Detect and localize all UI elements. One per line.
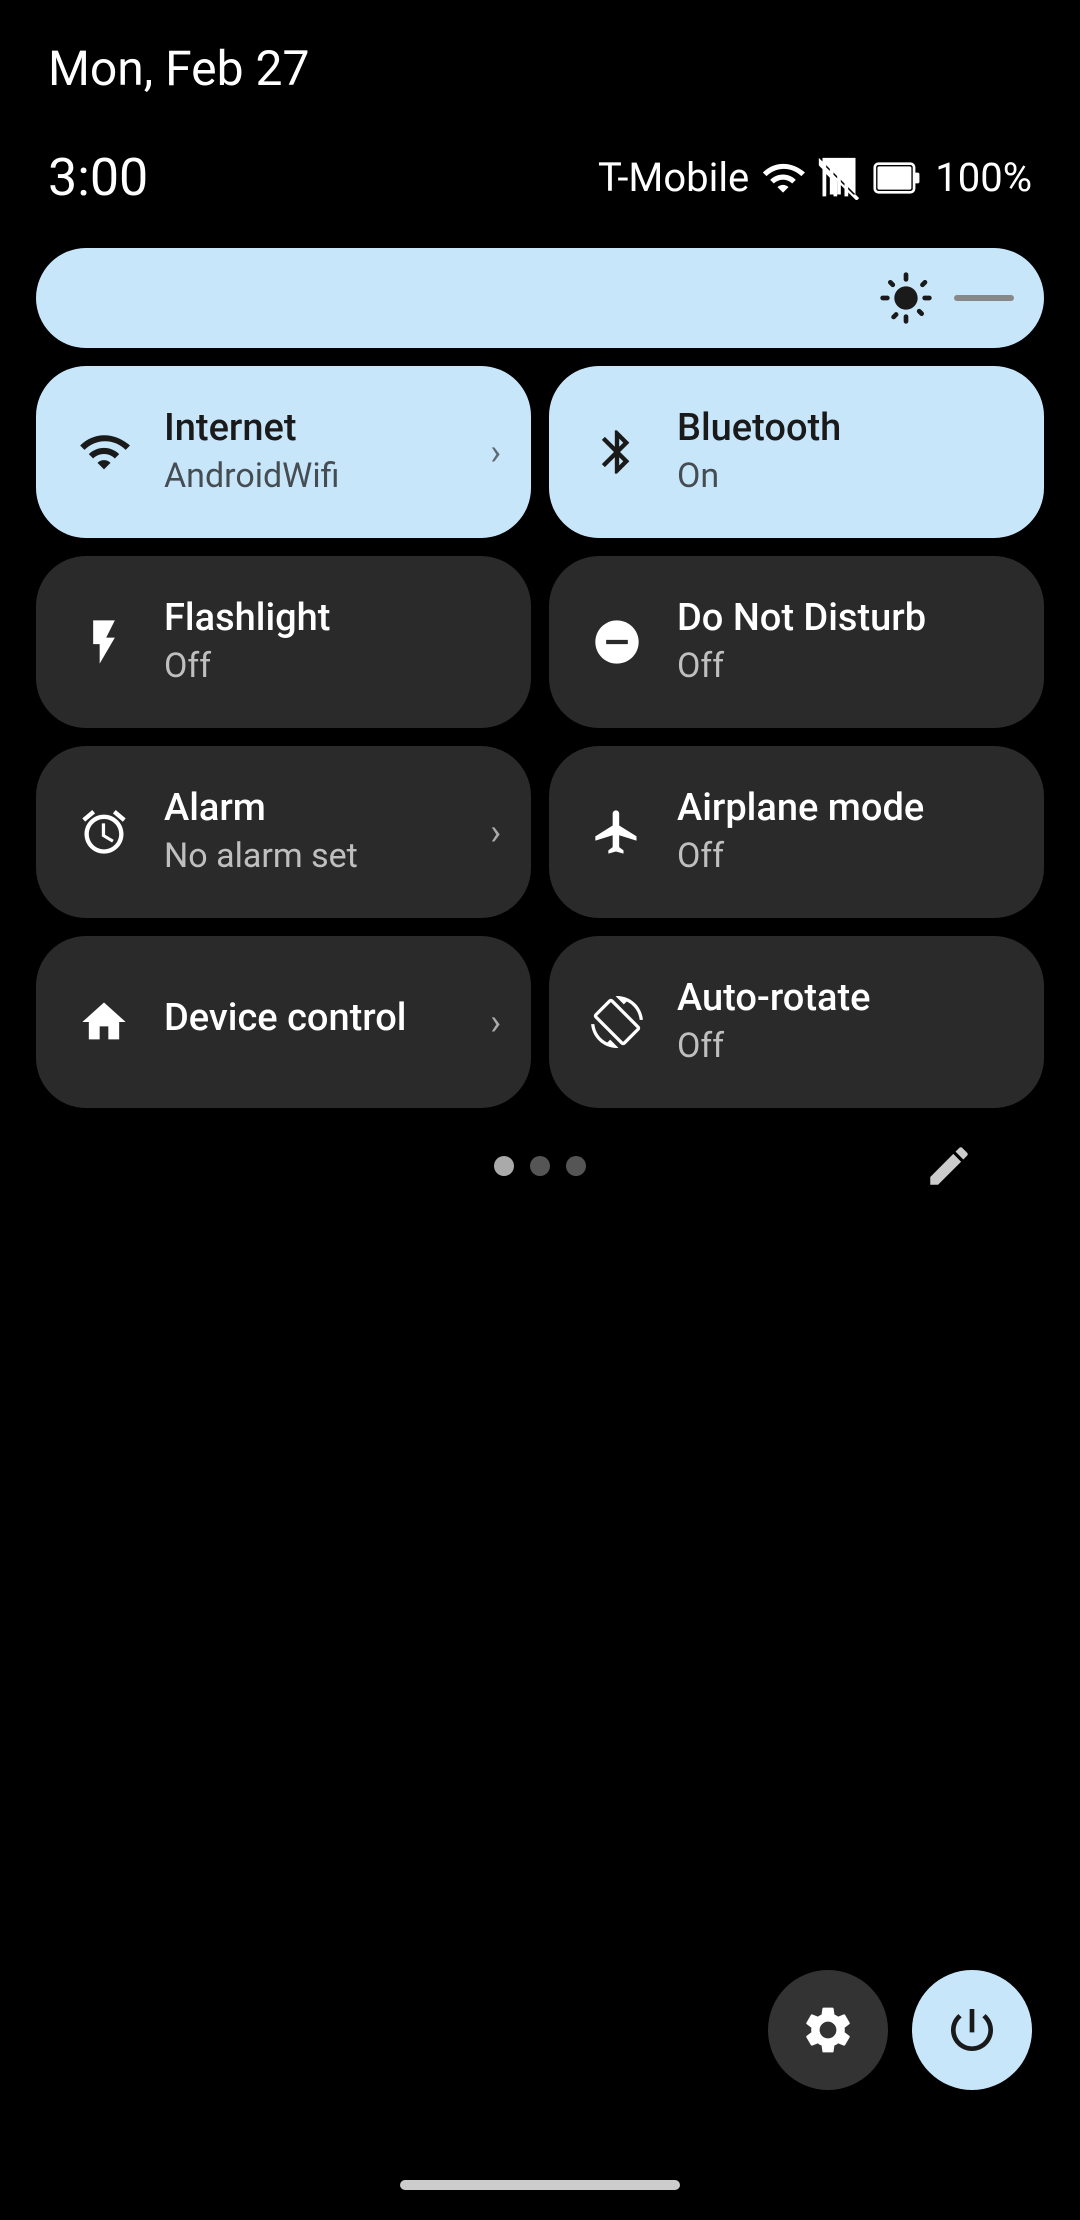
flashlight-tile-subtitle: Off	[164, 646, 495, 686]
power-icon	[944, 2002, 1000, 2058]
device-control-chevron-icon: ›	[490, 1001, 501, 1043]
dots-container	[494, 1156, 586, 1176]
home-icon	[72, 996, 136, 1048]
do-not-disturb-tile-title: Do Not Disturb	[677, 598, 1008, 640]
tile-flashlight[interactable]: Flashlight Off	[36, 556, 531, 728]
airplane-icon	[585, 806, 649, 858]
flashlight-tile-text: Flashlight Off	[164, 598, 495, 686]
tile-alarm[interactable]: Alarm No alarm set ›	[36, 746, 531, 918]
battery-percentage: 100%	[935, 154, 1032, 201]
auto-rotate-tile-text: Auto-rotate Off	[677, 978, 1008, 1066]
quick-settings-panel: Internet AndroidWifi › Bluetooth On	[0, 228, 1080, 1176]
time-display: 3:00	[48, 147, 148, 208]
date-display: Mon, Feb 27	[48, 40, 1032, 97]
brightness-bar[interactable]	[36, 248, 1044, 348]
status-row: 3:00 T-Mobile 100%	[48, 147, 1032, 208]
bluetooth-tile-text: Bluetooth On	[677, 408, 1008, 496]
alarm-chevron-icon: ›	[490, 811, 501, 853]
internet-tile-text: Internet AndroidWifi	[164, 408, 495, 496]
do-not-disturb-tile-text: Do Not Disturb Off	[677, 598, 1008, 686]
tile-bluetooth[interactable]: Bluetooth On	[549, 366, 1044, 538]
edit-icon	[924, 1141, 974, 1191]
internet-tile-title: Internet	[164, 408, 495, 450]
bluetooth-tile-subtitle: On	[677, 456, 1008, 496]
dot-1	[494, 1156, 514, 1176]
alarm-tile-subtitle: No alarm set	[164, 836, 495, 876]
dot-2	[530, 1156, 550, 1176]
settings-icon	[800, 2002, 856, 2058]
alarm-tile-text: Alarm No alarm set	[164, 788, 495, 876]
status-icons: T-Mobile 100%	[598, 154, 1032, 201]
auto-rotate-tile-title: Auto-rotate	[677, 978, 1008, 1020]
auto-rotate-tile-subtitle: Off	[677, 1026, 1008, 1066]
tiles-grid: Internet AndroidWifi › Bluetooth On	[36, 366, 1044, 1108]
wifi-icon	[72, 426, 136, 478]
airplane-tile-title: Airplane mode	[677, 788, 1008, 830]
alarm-tile-title: Alarm	[164, 788, 495, 830]
brightness-icon	[878, 270, 934, 326]
tile-device-control[interactable]: Device control ›	[36, 936, 531, 1108]
do-not-disturb-tile-subtitle: Off	[677, 646, 1008, 686]
bluetooth-tile-title: Bluetooth	[677, 408, 1008, 450]
airplane-tile-text: Airplane mode Off	[677, 788, 1008, 876]
bluetooth-icon	[585, 426, 649, 478]
flashlight-tile-title: Flashlight	[164, 598, 495, 640]
airplane-tile-subtitle: Off	[677, 836, 1008, 876]
dot-3	[566, 1156, 586, 1176]
tile-internet[interactable]: Internet AndroidWifi ›	[36, 366, 531, 538]
internet-chevron-icon: ›	[490, 431, 501, 473]
navigation-bar	[400, 2180, 680, 2190]
power-button[interactable]	[912, 1970, 1032, 2090]
alarm-icon	[72, 806, 136, 858]
tile-auto-rotate[interactable]: Auto-rotate Off	[549, 936, 1044, 1108]
tile-airplane-mode[interactable]: Airplane mode Off	[549, 746, 1044, 918]
device-control-tile-text: Device control	[164, 998, 495, 1046]
carrier-text: T-Mobile	[598, 154, 749, 201]
brightness-slider[interactable]	[954, 295, 1014, 301]
edit-button[interactable]	[914, 1131, 984, 1201]
signal-icon	[817, 156, 861, 200]
battery-icon	[873, 156, 923, 200]
wifi-status-icon	[761, 156, 805, 200]
settings-button[interactable]	[768, 1970, 888, 2090]
auto-rotate-icon	[585, 996, 649, 1048]
do-not-disturb-icon	[585, 616, 649, 668]
flashlight-icon	[72, 616, 136, 668]
internet-tile-subtitle: AndroidWifi	[164, 456, 495, 496]
page-indicators	[36, 1156, 1044, 1176]
tile-do-not-disturb[interactable]: Do Not Disturb Off	[549, 556, 1044, 728]
bottom-buttons	[768, 1970, 1032, 2090]
status-bar: Mon, Feb 27 3:00 T-Mobile 100%	[0, 0, 1080, 228]
device-control-tile-title: Device control	[164, 998, 495, 1040]
